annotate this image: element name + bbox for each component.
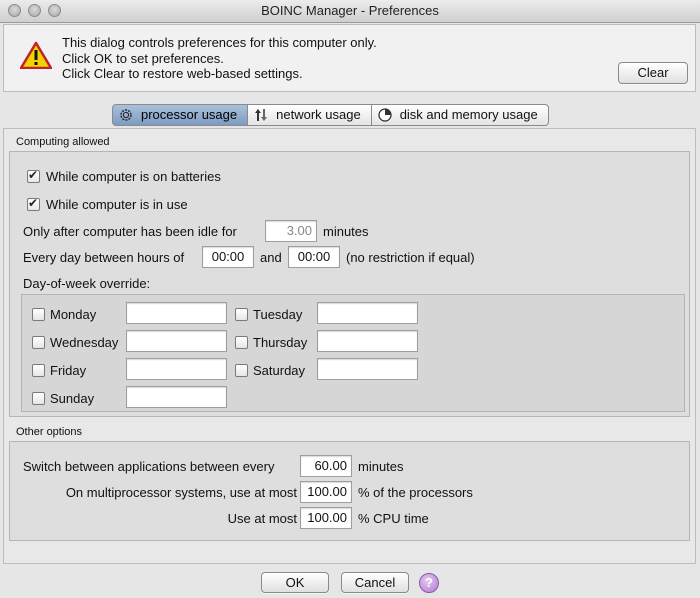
monday-checkbox[interactable] [32,308,45,321]
window-title: BOINC Manager - Preferences [261,3,439,18]
wednesday-checkbox[interactable] [32,336,45,349]
multiprocessor-label: On multiprocessor systems, use at most [65,485,297,500]
notice-line-3: Click Clear to restore web-based setting… [62,66,303,81]
cpu-time-percent-field[interactable]: 100.00 [300,507,352,529]
warning-icon [20,41,52,69]
day-of-week-group: Monday Tuesday Wednesday Thursday Friday… [21,294,685,412]
notice-line-2: Click OK to set preferences. [62,50,224,66]
in-use-checkbox[interactable] [27,196,40,211]
computing-allowed-heading: Computing allowed [16,136,110,148]
tuesday-hours-field[interactable] [317,302,418,324]
switch-label: Switch between applications between ever… [23,459,275,474]
multiprocessor-percent-field[interactable]: 100.00 [300,481,352,503]
tuesday-label: Tuesday [253,307,303,322]
notice-line-1: This dialog controls preferences for thi… [62,35,377,50]
wednesday-label: Wednesday [50,335,119,350]
tab-network-usage[interactable]: network usage [248,104,372,126]
thursday-hours-field[interactable] [317,330,418,352]
switch-minutes-field[interactable]: 60.00 [300,455,352,477]
idle-unit-label: minutes [323,224,369,239]
idle-label: Only after computer has been idle for [23,224,237,239]
thursday-label: Thursday [253,335,308,350]
tab-network-usage-label: network usage [276,107,361,122]
tab-bar: processor usage network usage disk and m… [112,104,549,126]
friday-hours-field[interactable] [126,358,227,380]
on-batteries-checkbox[interactable] [27,168,40,183]
on-batteries-label: While computer is on batteries [46,169,221,184]
hours-label: Every day between hours of [23,250,185,265]
processor-usage-panel: Computing allowed While computer is on b… [3,128,696,564]
sunday-label: Sunday [50,391,95,406]
sunday-hours-field[interactable] [126,386,227,408]
sunday-checkbox[interactable] [32,392,45,405]
friday-label: Friday [50,363,87,378]
saturday-checkbox[interactable] [235,364,248,377]
other-options-group: Switch between applications between ever… [9,441,690,541]
clear-button[interactable]: Clear [618,62,688,84]
day-of-week-label: Day-of-week override: [23,276,151,291]
thursday-checkbox[interactable] [235,336,248,349]
switch-unit-label: minutes [358,459,404,474]
hours-and-label: and [260,250,282,265]
tuesday-checkbox[interactable] [235,308,248,321]
wednesday-hours-field[interactable] [126,330,227,352]
cpu-time-unit-label: % CPU time [358,511,429,526]
friday-checkbox[interactable] [32,364,45,377]
help-icon[interactable]: ? [419,573,439,593]
tab-disk-memory-usage-label: disk and memory usage [399,107,538,122]
monday-hours-field[interactable] [126,302,227,324]
network-arrows-icon [255,109,268,121]
saturday-hours-field[interactable] [317,358,418,380]
cancel-button[interactable]: Cancel [341,572,409,593]
notice-text: This dialog controls preferences for thi… [62,35,377,82]
gear-icon [120,109,132,121]
idle-minutes-field[interactable]: 3.00 [265,220,317,242]
in-use-label: While computer is in use [46,197,188,212]
tab-processor-usage-label: processor usage [141,107,238,122]
title-bar: BOINC Manager - Preferences [0,0,700,23]
notice-box: This dialog controls preferences for thi… [3,24,696,92]
tab-disk-memory-usage[interactable]: disk and memory usage [371,104,549,126]
multiprocessor-unit-label: % of the processors [358,485,473,500]
disk-pie-icon [378,108,392,122]
ok-button[interactable]: OK [261,572,329,593]
hours-end-field[interactable]: 00:00 [288,246,340,268]
hours-start-field[interactable]: 00:00 [202,246,254,268]
cpu-time-label: Use at most [227,511,297,526]
hours-note-label: (no restriction if equal) [346,250,475,265]
computing-allowed-group: While computer is on batteries While com… [9,151,690,417]
saturday-label: Saturday [253,363,306,378]
other-options-heading: Other options [16,426,83,438]
preferences-window: BOINC Manager - Preferences This dialog … [0,0,700,598]
monday-label: Monday [50,307,97,322]
tab-processor-usage[interactable]: processor usage [112,104,249,126]
